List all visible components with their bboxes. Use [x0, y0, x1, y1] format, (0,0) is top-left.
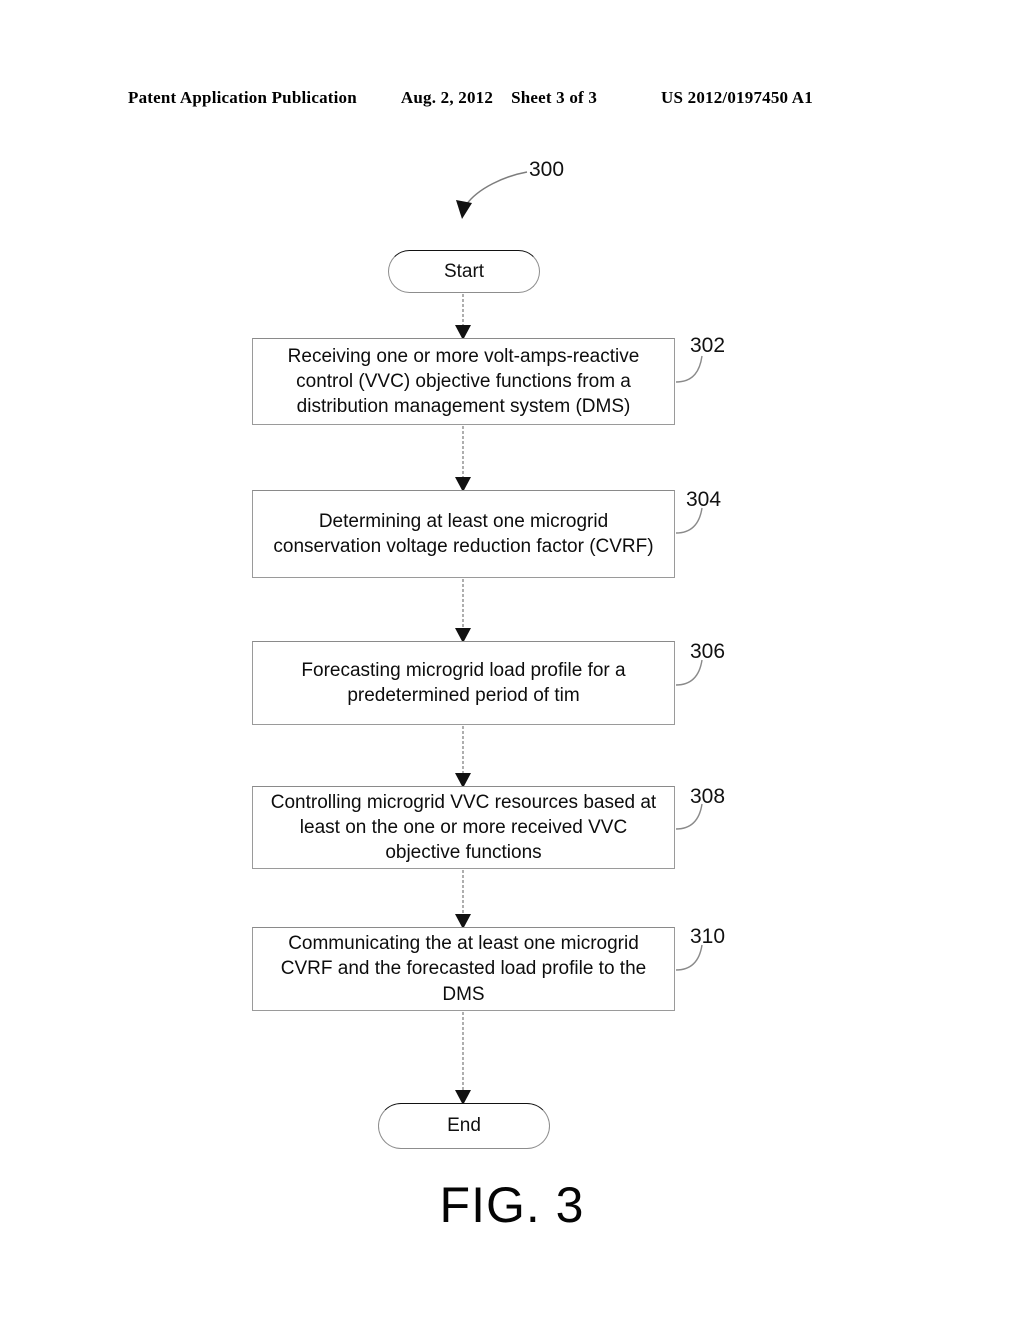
node-step-302[interactable]: Receiving one or more volt-amps-reactive…: [252, 338, 675, 425]
leader-line-300: [465, 171, 528, 206]
leader-line-302: [675, 355, 703, 383]
reference-numeral-300: 300: [529, 158, 565, 181]
node-step-308[interactable]: Controlling microgrid VVC resources base…: [252, 786, 675, 869]
node-step-306-label: Forecasting microgrid load profile for a…: [301, 659, 626, 706]
reference-numeral-310: 310: [690, 925, 726, 948]
node-start[interactable]: Start: [388, 250, 540, 293]
node-step-304-label: Determining at least one microgrid conse…: [273, 510, 654, 557]
node-step-310[interactable]: Communicating the at least one microgrid…: [252, 927, 675, 1011]
node-step-306[interactable]: Forecasting microgrid load profile for a…: [252, 641, 675, 725]
leader-arrowhead-300: [456, 200, 472, 219]
node-end-label: End: [447, 1115, 481, 1136]
reference-numeral-306: 306: [690, 640, 726, 663]
reference-numeral-302: 302: [690, 334, 726, 357]
reference-numeral-308: 308: [690, 785, 726, 808]
node-step-308-label: Controlling microgrid VVC resources base…: [270, 791, 657, 864]
node-step-304[interactable]: Determining at least one microgrid conse…: [252, 490, 675, 578]
node-end[interactable]: End: [378, 1103, 550, 1149]
node-step-310-label: Communicating the at least one microgrid…: [280, 933, 647, 1005]
flowchart-figure: Start Receiving one or more volt-amps-re…: [0, 0, 1024, 1320]
node-step-302-label: Receiving one or more volt-amps-reactive…: [287, 345, 640, 418]
figure-caption: FIG. 3: [439, 1177, 585, 1233]
reference-numeral-304: 304: [686, 488, 722, 511]
node-start-label: Start: [443, 260, 485, 282]
